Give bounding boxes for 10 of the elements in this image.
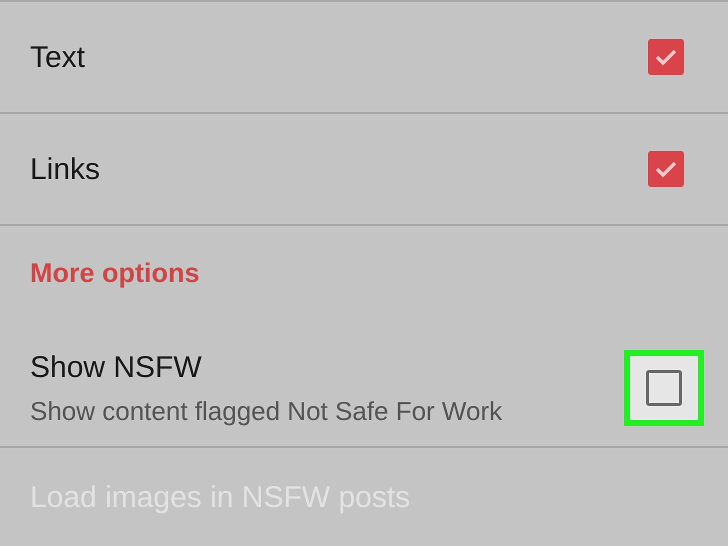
checkbox[interactable] bbox=[646, 370, 682, 406]
checkmark-icon bbox=[655, 160, 677, 178]
setting-label: Links bbox=[30, 152, 102, 188]
setting-label: Show NSFW bbox=[30, 350, 203, 386]
setting-description: Show content flagged Not Safe For Work bbox=[30, 394, 504, 428]
checkbox[interactable] bbox=[648, 39, 684, 75]
checkmark-icon bbox=[655, 48, 677, 66]
section-header: More options bbox=[30, 256, 200, 290]
checkbox[interactable] bbox=[648, 151, 684, 187]
setting-label: Text bbox=[30, 40, 86, 76]
